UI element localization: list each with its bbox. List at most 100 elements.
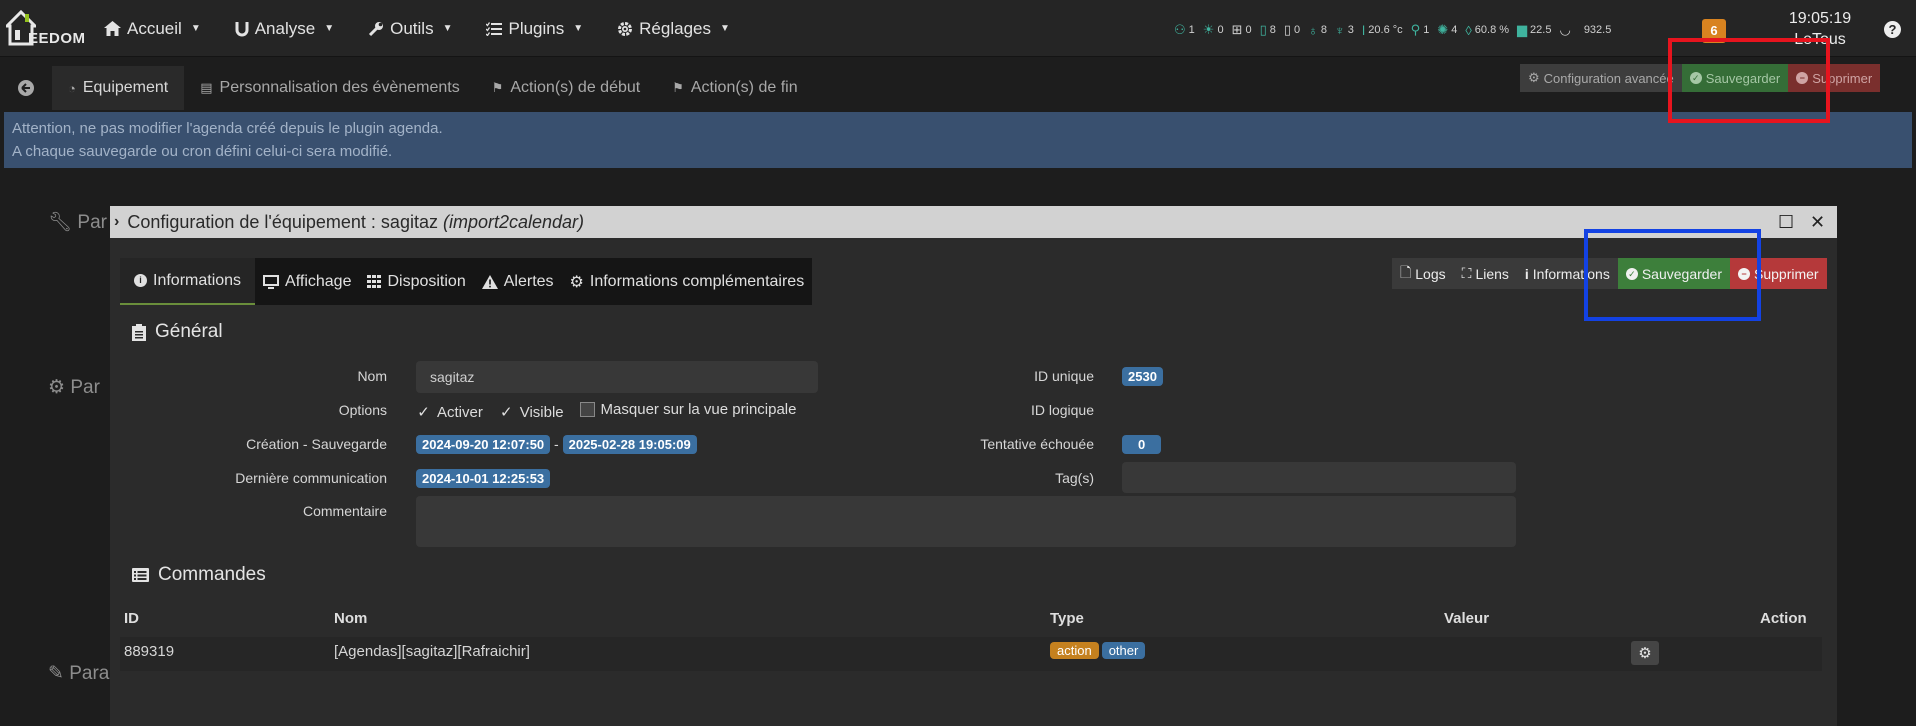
activate-checkbox[interactable]: ✓ Activer [416,404,483,421]
logs-button[interactable]: 🗋︎ Logs [1392,258,1454,289]
summary-shutter[interactable]: ▯ 0 [1284,22,1300,38]
back-button[interactable] [0,66,52,110]
modal-title: Configuration de l'équipement : sagitaz [127,211,438,232]
bg-section-params-1: 🔧︎ Par [48,210,107,234]
dashboard-icon: ◔ [68,80,76,96]
activate-label: Activer [437,404,483,421]
comment-textarea[interactable] [416,496,1516,547]
global-summary: ⚇ 1 ☀ 0 ⊞ 0 ▯ 8 ▯ 0 ♁ 8 ♆ 3 ǀ 20.6 °c ⚲ 1 ✺ 4 ◊ 60.… [1174,22,1619,38]
modal-tab-affichage[interactable]: Affichage [255,258,359,305]
summary-motion[interactable]: ⚲ 1 [1411,22,1430,38]
main-menu: Accueil ▼ Analyse ▼ Outils ▼ Plugins ▼ Régla… [104,0,764,57]
commands-title: Commandes [158,564,266,585]
advanced-config-label: Configuration avancée [1543,70,1674,86]
maximize-icon[interactable]: ☐ [1778,212,1794,233]
comment-label: Commentaire [302,503,387,519]
tab-actions-fin[interactable]: ⚑ Action(s) de fin [656,66,813,110]
cogs-icon: ⚙ [569,273,584,291]
summary-temperature[interactable]: ǀ 20.6 °c [1362,23,1403,38]
menu-outils[interactable]: Outils ▼ [368,19,452,39]
menu-reglages[interactable]: Réglages ▼ [617,19,730,39]
top-navbar: EEDOM Accueil ▼ Analyse ▼ Outils ▼ Plugins ▼… [0,0,1916,57]
links-label: Liens [1475,265,1509,282]
home-icon [104,21,121,36]
modal-tab-disposition[interactable]: Disposition [359,258,473,305]
shutter-icon: ▯ [1283,22,1292,37]
gear-icon [618,21,633,36]
summary-window[interactable]: ⊞ 0 [1232,22,1252,38]
summary-plug[interactable]: ♆ 3 [1335,23,1354,38]
created-date-badge: 2024-09-20 12:07:50 [416,435,551,454]
hide-main-view-checkbox[interactable]: Masquer sur la vue principale [579,401,796,418]
command-type: action other [1050,642,1148,659]
bg-section-params-2: ⚙ Par [48,376,100,399]
check-icon: ✓ [417,404,430,421]
tab-actions-fin-label: Action(s) de fin [690,79,798,96]
general-title: Général [155,321,223,342]
last-communication-badge: 2024-10-01 12:25:53 [416,469,551,488]
bulb-icon: ♁ [1308,22,1318,38]
arrow-circle-left-icon [18,80,34,96]
summary-lamp-value: 0 [1217,24,1224,36]
close-icon[interactable]: ✕ [1810,212,1825,233]
modal-tab-alertes[interactable]: Alertes [474,258,562,305]
chevron-down-icon: ▼ [190,23,201,34]
summary-window-value: 0 [1245,24,1252,36]
humidity-icon: ◊ [1465,22,1472,38]
energy-icon: ▆ [1517,22,1528,37]
highlight-box-red [1668,38,1830,123]
general-section-title: Général [132,321,223,343]
menu-accueil-label: Accueil [127,18,182,38]
menu-accueil[interactable]: Accueil ▼ [104,19,201,39]
check-icon: ✓ [499,404,513,421]
tab-personnalisation[interactable]: ▤ Personnalisation des évènements [184,66,475,110]
desktop-icon [263,274,280,289]
menu-analyse[interactable]: Analyse ▼ [235,19,334,39]
summary-door[interactable]: ▯ 8 [1260,22,1276,38]
created-saved-values: 2024-09-20 12:07:50 - 2025-02-28 19:05:0… [416,435,697,454]
menu-plugins[interactable]: Plugins ▼ [486,19,583,39]
name-input[interactable]: sagitaz [416,361,818,393]
help-icon[interactable]: ? [1884,21,1901,38]
bg-section-params-3: ✎ Para [48,662,109,685]
modal-titlebar[interactable]: › Configuration de l'équipement : sagita… [110,206,1837,238]
saved-date-badge: 2025-02-28 19:05:09 [562,435,697,454]
motion-icon: ⚲ [1410,22,1421,37]
summary-humidity[interactable]: ◊ 60.8 % [1465,23,1509,38]
summary-presence[interactable]: ⚇ 1 [1174,22,1195,38]
summary-lamp[interactable]: ☀ 0 [1203,22,1224,38]
jeedom-logo[interactable]: EEDOM [4,8,85,50]
tab-equipement[interactable]: ◔ Equipement [52,66,185,110]
tags-input[interactable] [1122,462,1516,493]
summary-other[interactable]: ◡ 932.5 [1559,22,1611,38]
wrench-icon: 🔧︎ [48,212,73,233]
col-value-header: Valeur [1444,610,1490,627]
sign-icon: ▤ [200,80,213,95]
advanced-config-button[interactable]: ⚙ Configuration avancée [1520,64,1682,92]
cogs-icon: ⚙ [48,377,66,398]
tab-actions-debut-label: Action(s) de début [510,79,641,96]
summary-light[interactable]: ♁ 8 [1308,23,1327,38]
summary-door-value: 8 [1269,24,1276,36]
command-config-button[interactable]: ⚙ [1631,641,1659,665]
equipment-config-modal: › Configuration de l'équipement : sagita… [110,206,1837,726]
summary-humidity-value: 60.8 % [1474,24,1510,36]
visible-checkbox[interactable]: ✓ Visible [499,404,564,421]
plug-icon: ♆ [1335,22,1345,38]
unique-id-label: ID unique [1034,368,1094,384]
modal-tab-infos-complementaires-label: Informations complémentaires [589,272,805,290]
empty-checkbox-icon [579,402,595,417]
modal-tab-informations[interactable]: i Informations [120,258,256,305]
cogs-icon: ⚙ [1638,645,1652,662]
command-name: [Agendas][sagitaz][Rafraichir] [334,643,530,660]
col-type-header: Type [1050,610,1084,627]
summary-luminosity[interactable]: ✺ 4 [1437,22,1457,38]
summary-motion-value: 1 [1423,24,1430,36]
tab-actions-debut[interactable]: ⚑ Action(s) de début [476,66,657,110]
sitemap-icon: ⛶ [1461,265,1472,281]
links-button[interactable]: ⛶ Liens [1453,258,1517,289]
options-group: ✓ Activer ✓ Visible Masquer sur la vue pri… [416,401,808,421]
modal-tab-infos-complementaires[interactable]: ⚙ Informations complémentaires [562,258,813,305]
chevron-down-icon: ▼ [324,23,335,34]
summary-power[interactable]: ▆ 22.5 [1517,22,1551,38]
